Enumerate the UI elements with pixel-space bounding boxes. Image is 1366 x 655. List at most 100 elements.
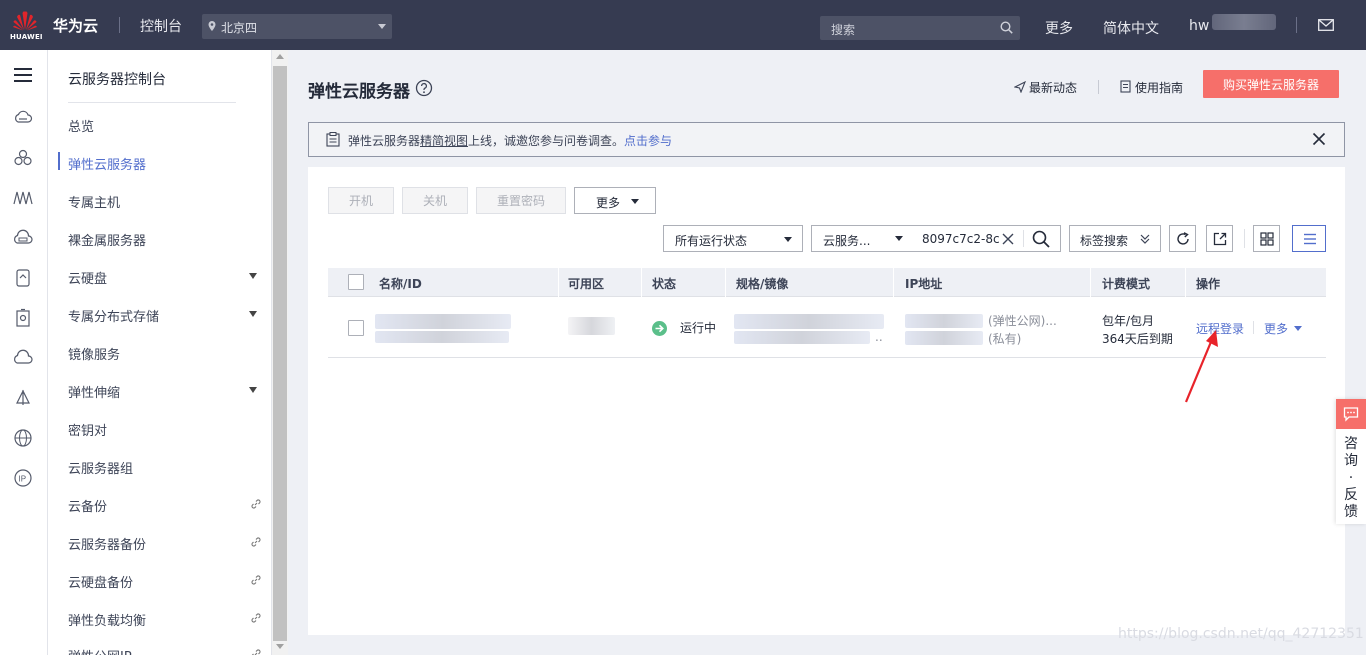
- row-checkbox[interactable]: [348, 320, 364, 336]
- help-icon[interactable]: [415, 79, 433, 97]
- sidebar-item-cbr[interactable]: 云备份: [68, 496, 107, 515]
- more-actions-button[interactable]: 更多: [574, 187, 656, 214]
- huawei-logo[interactable]: HUAWEI: [10, 9, 43, 43]
- latest-news-link[interactable]: 最新动态: [1029, 79, 1077, 96]
- sidebar-item-vbs[interactable]: 云硬盘备份: [68, 572, 133, 591]
- sidebar-item-auto-scaling[interactable]: 弹性伸缩: [68, 382, 120, 401]
- table-header: 名称/ID 可用区 状态 规格/镜像 IP地址 计费模式 操作: [328, 268, 1326, 297]
- list-view-button[interactable]: [1292, 225, 1326, 252]
- row-more-actions[interactable]: 更多: [1264, 320, 1288, 337]
- wave-icon[interactable]: [13, 188, 33, 208]
- user-guide-link[interactable]: 使用指南: [1135, 79, 1183, 96]
- chevron-down-icon: [378, 24, 386, 29]
- sidebar-item-ims[interactable]: 镜像服务: [68, 344, 120, 363]
- refresh-button[interactable]: [1169, 225, 1196, 252]
- sidebar-item-elb[interactable]: 弹性负载均衡: [68, 610, 146, 629]
- private-ip-label: (私有): [988, 332, 1022, 346]
- console-link[interactable]: 控制台: [140, 16, 182, 36]
- search-combo[interactable]: 云服务... 8097c7c2-8c: [811, 225, 1061, 252]
- buy-ecs-button[interactable]: 购买弹性云服务器: [1203, 70, 1339, 98]
- location-pin-icon: [208, 21, 216, 31]
- column-divider: [1185, 268, 1186, 297]
- search-icon[interactable]: [1032, 230, 1050, 248]
- sidebar-scrollbar[interactable]: [272, 50, 288, 655]
- brand-name[interactable]: 华为云: [53, 15, 98, 36]
- sidebar-item-key-pair[interactable]: 密钥对: [68, 420, 107, 439]
- chevron-down-icon[interactable]: [1294, 326, 1302, 331]
- cloud-server-icon[interactable]: [13, 108, 33, 128]
- chevron-down-icon[interactable]: [895, 236, 903, 241]
- column-divider: [893, 268, 894, 297]
- ip-icon[interactable]: IP: [13, 468, 33, 488]
- top-more-menu[interactable]: 更多: [1045, 18, 1073, 38]
- status-filter-value: 所有运行状态: [675, 234, 748, 248]
- database-icon[interactable]: [13, 268, 33, 288]
- column-zone[interactable]: 可用区: [568, 275, 604, 292]
- grid-view-icon: [1260, 232, 1274, 246]
- search-value[interactable]: 8097c7c2-8c: [922, 232, 1000, 246]
- sidebar-item-bare-metal[interactable]: 裸金属服务器: [68, 230, 146, 249]
- grid-view-button[interactable]: [1253, 225, 1280, 252]
- divider: [119, 17, 120, 33]
- sidebar-item-csbs[interactable]: 云服务器备份: [68, 534, 146, 553]
- security-icon[interactable]: [13, 308, 33, 328]
- status-filter-select[interactable]: 所有运行状态: [663, 225, 803, 252]
- column-ip-address[interactable]: IP地址: [905, 275, 942, 292]
- sidebar-item-server-group[interactable]: 云服务器组: [68, 458, 133, 477]
- clipboard-icon: [326, 132, 340, 147]
- sidebar-item-overview[interactable]: 总览: [68, 116, 94, 135]
- storage-cloud-icon[interactable]: [13, 228, 33, 248]
- tag-search-button[interactable]: 标签搜索: [1069, 225, 1161, 252]
- chevron-down-icon[interactable]: [249, 311, 257, 317]
- survey-link[interactable]: 点击参与: [624, 134, 672, 148]
- notice-banner: 弹性云服务器精简视图上线，诚邀您参与问卷调查。点击参与: [308, 122, 1345, 157]
- chevron-down-icon[interactable]: [249, 387, 257, 393]
- sidebar-item-dedicated-host[interactable]: 专属主机: [68, 192, 120, 211]
- cloud-icon[interactable]: [13, 348, 33, 368]
- sailboat-icon[interactable]: [13, 388, 33, 408]
- chat-icon: [1343, 407, 1359, 422]
- search-property-select[interactable]: 云服务...: [823, 232, 870, 249]
- page-title: 弹性云服务器: [308, 82, 410, 102]
- select-all-checkbox[interactable]: [348, 274, 364, 290]
- external-link-icon: [251, 575, 261, 585]
- huawei-logo-icon: [13, 11, 37, 31]
- globe-icon[interactable]: [13, 428, 33, 448]
- mail-icon[interactable]: [1318, 19, 1334, 31]
- scrollbar-thumb[interactable]: [273, 66, 287, 641]
- global-search[interactable]: 搜索: [820, 16, 1020, 40]
- reset-password-button[interactable]: 重置密码: [476, 187, 566, 214]
- column-name-id[interactable]: 名称/ID: [379, 275, 422, 292]
- sidebar-item-eip[interactable]: 弹性公网IP: [68, 646, 132, 655]
- search-input[interactable]: 搜索: [831, 21, 855, 38]
- sidebar-item-ecs[interactable]: 弹性云服务器: [68, 154, 146, 173]
- column-operation: 操作: [1196, 277, 1221, 291]
- export-button[interactable]: [1206, 225, 1233, 252]
- clear-icon[interactable]: [1002, 233, 1014, 245]
- language-selector[interactable]: 简体中文: [1103, 18, 1159, 38]
- scroll-up-icon[interactable]: [276, 54, 284, 59]
- region-selector[interactable]: 北京四: [202, 14, 392, 39]
- column-billing[interactable]: 计费模式: [1102, 275, 1150, 292]
- column-status[interactable]: 状态: [652, 275, 676, 292]
- cluster-icon[interactable]: [13, 148, 33, 168]
- instance-id-redacted: [375, 331, 509, 343]
- user-account[interactable]: hw: [1189, 18, 1209, 34]
- spec-redacted: [734, 314, 884, 329]
- column-spec-image[interactable]: 规格/镜像: [736, 275, 788, 292]
- simplified-view-link[interactable]: 精简视图: [420, 134, 468, 148]
- column-divider: [558, 268, 559, 297]
- sidebar-item-dss[interactable]: 专属分布式存储: [68, 306, 159, 325]
- close-icon[interactable]: [1312, 132, 1326, 146]
- instance-name-redacted[interactable]: [375, 314, 511, 329]
- start-button[interactable]: 开机: [328, 187, 394, 214]
- scroll-down-icon[interactable]: [276, 644, 284, 649]
- search-icon[interactable]: [1000, 21, 1013, 34]
- stop-button[interactable]: 关机: [402, 187, 468, 214]
- hamburger-menu-icon[interactable]: [13, 65, 33, 85]
- chevron-down-icon[interactable]: [249, 273, 257, 279]
- feedback-tab-header: [1336, 399, 1366, 429]
- sidebar-item-evs[interactable]: 云硬盘: [68, 268, 107, 287]
- public-ip-redacted: [905, 314, 983, 328]
- feedback-tab[interactable]: 咨询·反馈: [1336, 399, 1366, 524]
